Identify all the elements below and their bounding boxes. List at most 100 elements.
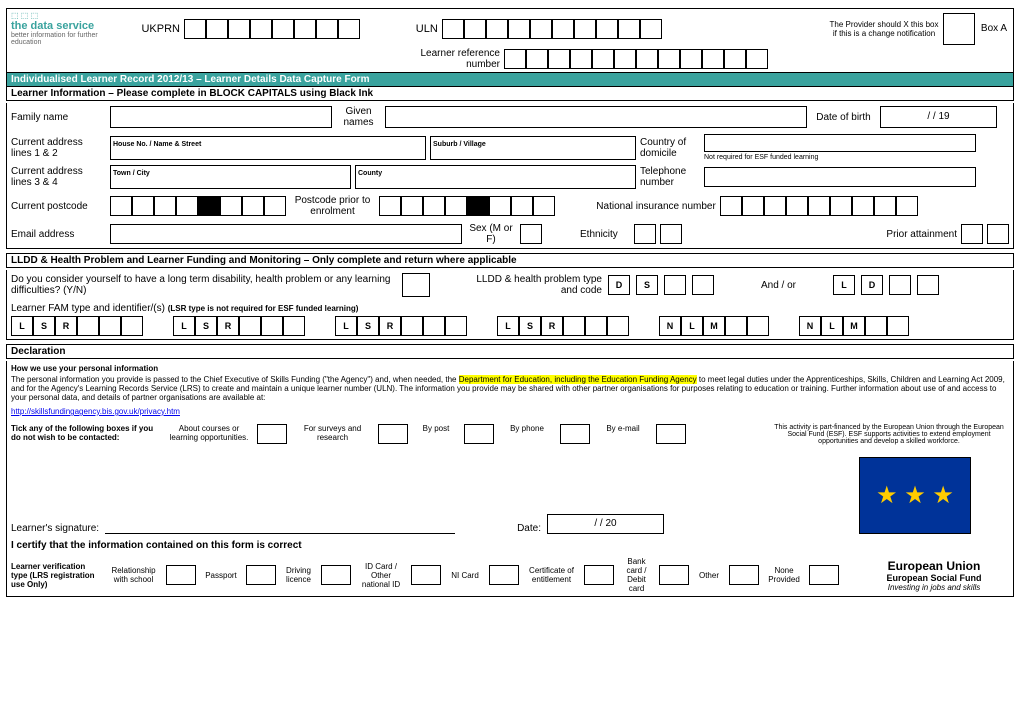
- lldd-d2: D: [861, 275, 883, 295]
- title-lldd: LLDD & Health Problem and Learner Fundin…: [6, 253, 1014, 268]
- opt-email: By e-mail: [598, 424, 648, 433]
- chk-driving[interactable]: [321, 565, 351, 585]
- decl-how: How we use your personal information: [11, 364, 1009, 373]
- v-nicard: NI Card: [446, 571, 484, 580]
- tick-label: Tick any of the following boxes if you d…: [11, 424, 161, 442]
- sex-label: Sex (M or F): [466, 223, 516, 245]
- lldd-andor: And / or: [761, 280, 796, 291]
- v-relschool: Relationship with school: [106, 566, 161, 584]
- eth-cell[interactable]: [634, 224, 656, 244]
- ppc-label: Postcode prior to enrolment: [290, 195, 375, 217]
- v-cert: Certificate of entitlement: [524, 566, 579, 584]
- v-passport: Passport: [201, 571, 241, 580]
- fam-note: (LSR type is not required for ESF funded…: [168, 304, 359, 313]
- opt-courses: About courses or learning opportunities.: [169, 424, 249, 442]
- eth-label: Ethnicity: [580, 229, 630, 240]
- eu-title: European Union: [859, 559, 1009, 573]
- privacy-link[interactable]: http://skillsfundingagency.bis.gov.uk/pr…: [11, 407, 180, 416]
- lldd-ld-v1[interactable]: [889, 275, 911, 295]
- tel-field[interactable]: [704, 167, 976, 187]
- ukprn-label: UKPRN: [125, 23, 180, 35]
- chk-email[interactable]: [656, 424, 686, 444]
- dob-field[interactable]: / / 19: [880, 106, 997, 128]
- addr34b-field[interactable]: County: [355, 165, 636, 189]
- box-a-label: Box A: [979, 23, 1009, 34]
- prior-label: Prior attainment: [872, 229, 957, 240]
- chk-surveys[interactable]: [378, 424, 408, 444]
- lref-cells[interactable]: [504, 49, 768, 69]
- uln-cells[interactable]: [442, 19, 662, 39]
- chk-passport[interactable]: [246, 565, 276, 585]
- sig-label: Learner's signature:: [11, 523, 99, 534]
- lldd-ds-v1[interactable]: [664, 275, 686, 295]
- eu-flag: ★ ★ ★: [859, 457, 971, 534]
- nlm-group[interactable]: NLM: [659, 316, 769, 336]
- given-label: Given names: [336, 106, 381, 128]
- lldd-yn[interactable]: [402, 273, 430, 297]
- title-decl: Declaration: [6, 344, 1014, 359]
- lsr-group[interactable]: LSR: [335, 316, 467, 336]
- chk-bank[interactable]: [659, 565, 689, 585]
- chk-none[interactable]: [809, 565, 839, 585]
- sex-cell[interactable]: [520, 224, 542, 244]
- domicile-note: Not required for ESF funded learning: [704, 154, 976, 161]
- chk-phone[interactable]: [560, 424, 590, 444]
- lref-label: Learner reference number: [405, 48, 500, 70]
- ppc-cells[interactable]: [379, 196, 555, 216]
- date-label: Date:: [517, 523, 541, 534]
- ukprn-cells[interactable]: [184, 19, 360, 39]
- sig-field[interactable]: [105, 517, 455, 534]
- lldd-d: D: [608, 275, 630, 295]
- lsr-group[interactable]: LSR: [173, 316, 305, 336]
- chk-other[interactable]: [729, 565, 759, 585]
- v-driving: Driving licence: [281, 566, 316, 584]
- chk-post[interactable]: [464, 424, 494, 444]
- eth-cell[interactable]: [660, 224, 682, 244]
- decl-para: The personal information you provide is …: [11, 375, 1009, 402]
- esf-note: This activity is part-financed by the Eu…: [769, 424, 1009, 445]
- v-idcard: ID Card / Other national ID: [356, 562, 406, 589]
- prior-cell[interactable]: [961, 224, 983, 244]
- eu-tagline: Investing in jobs and skills: [859, 583, 1009, 592]
- chk-idcard[interactable]: [411, 565, 441, 585]
- cpc-cells[interactable]: [110, 196, 286, 216]
- email-field[interactable]: [110, 224, 462, 244]
- date-field[interactable]: / / 20: [547, 514, 664, 534]
- family-label: Family name: [11, 112, 106, 123]
- lsr-group[interactable]: LSR: [11, 316, 143, 336]
- fam-label: Learner FAM type and identifier/(s): [11, 303, 165, 314]
- v-none: None Provided: [764, 566, 804, 584]
- certify: I certify that the information contained…: [11, 540, 1009, 551]
- lldd-s: S: [636, 275, 658, 295]
- chk-cert[interactable]: [584, 565, 614, 585]
- email-label: Email address: [11, 229, 106, 240]
- lldd-ld-v2[interactable]: [917, 275, 939, 295]
- family-field[interactable]: [110, 106, 332, 128]
- cpc-label: Current postcode: [11, 201, 106, 212]
- prior-cell[interactable]: [987, 224, 1009, 244]
- logo-title: the data service: [11, 20, 121, 32]
- nlm-group[interactable]: NLM: [799, 316, 909, 336]
- addr12-label: Current address lines 1 & 2: [11, 137, 106, 159]
- chk-courses[interactable]: [257, 424, 287, 444]
- chk-relschool[interactable]: [166, 565, 196, 585]
- logo-sub: better information for further education: [11, 32, 121, 46]
- addr12b-field[interactable]: Suburb / Village: [430, 136, 636, 160]
- lsr-group[interactable]: LSR: [497, 316, 629, 336]
- tel-label: Telephone number: [640, 166, 700, 188]
- eu-sub: European Social Fund: [859, 573, 1009, 583]
- title-main: Individualised Learner Record 2012/13 – …: [6, 73, 1014, 87]
- opt-post: By post: [416, 424, 456, 433]
- opt-phone: By phone: [502, 424, 552, 433]
- domicile-field[interactable]: [704, 134, 976, 152]
- chk-nicard[interactable]: [489, 565, 519, 585]
- lv-label: Learner verification type (LRS registrat…: [11, 562, 101, 589]
- lldd-question: Do you consider yourself to have a long …: [11, 274, 396, 296]
- addr34a-field[interactable]: Town / City: [110, 165, 351, 189]
- given-field[interactable]: [385, 106, 807, 128]
- nino-cells[interactable]: [720, 196, 918, 216]
- addr12a-field[interactable]: House No. / Name & Street: [110, 136, 426, 160]
- provider-note: The Provider should X this box if this i…: [829, 20, 939, 38]
- dob-label: Date of birth: [811, 112, 876, 123]
- lldd-ds-v2[interactable]: [692, 275, 714, 295]
